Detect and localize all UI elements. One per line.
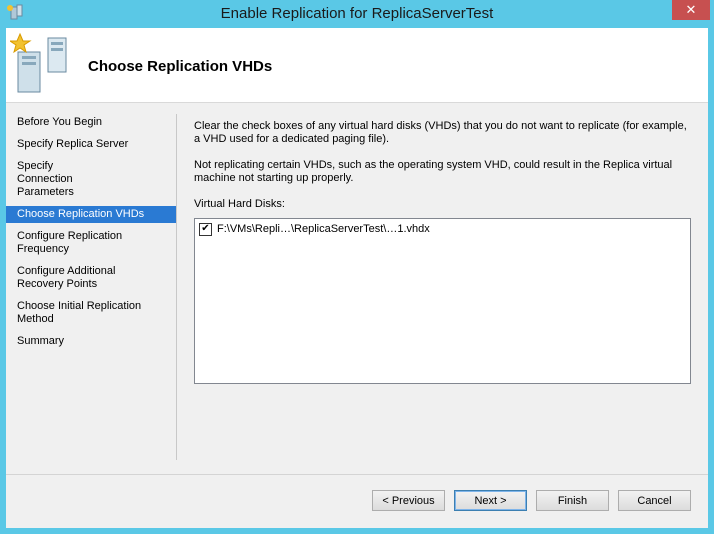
footer-divider [6, 474, 708, 475]
vhd-list-label: Virtual Hard Disks: [194, 198, 285, 210]
wizard-content: Clear the check boxes of any virtual har… [194, 120, 694, 384]
nav-step-before-you-begin[interactable]: Before You Begin [6, 114, 176, 131]
close-button[interactable]: ✕ [672, 0, 710, 20]
vhd-checkbox[interactable]: ✔ [199, 222, 212, 236]
page-title: Choose Replication VHDs [88, 58, 273, 75]
previous-button[interactable]: < Previous [372, 490, 445, 511]
nav-divider [176, 114, 177, 460]
finish-button[interactable]: Finish [536, 490, 609, 511]
nav-step-specify-replica-server[interactable]: Specify Replica Server [6, 136, 176, 153]
nav-step-choose-initial-replication-method[interactable]: Choose Initial Replication Method [6, 298, 153, 328]
intro-text: Clear the check boxes of any virtual har… [194, 120, 687, 145]
vhd-list[interactable]: ✔ F:\VMs\Repli…\ReplicaServerTest\…1.vhd… [194, 218, 691, 384]
vhd-list-item[interactable]: ✔ F:\VMs\Repli…\ReplicaServerTest\…1.vhd… [199, 222, 430, 236]
next-button[interactable]: Next > [454, 490, 527, 511]
nav-step-specify-connection-parameters[interactable]: Specify Connection Parameters [6, 158, 113, 201]
cancel-button[interactable]: Cancel [618, 490, 691, 511]
wizard-client-area: Choose Replication VHDs Before You Begin… [6, 28, 708, 528]
nav-step-summary[interactable]: Summary [6, 333, 176, 350]
title-bar: Enable Replication for ReplicaServerTest… [0, 0, 714, 28]
replication-servers-icon [10, 32, 67, 93]
vhd-path: F:\VMs\Repli…\ReplicaServerTest\…1.vhdx [217, 223, 430, 235]
window-title: Enable Replication for ReplicaServerTest [220, 5, 494, 22]
nav-step-choose-replication-vhds[interactable]: Choose Replication VHDs [6, 206, 176, 223]
wizard-step-list: Before You Begin Specify Replica Server … [6, 114, 176, 355]
nav-step-configure-additional-recovery-points[interactable]: Configure Additional Recovery Points [6, 263, 133, 293]
wizard-header: Choose Replication VHDs [6, 28, 708, 103]
nav-step-configure-replication-frequency[interactable]: Configure Replication Frequency [6, 228, 133, 258]
warning-text: Not replicating certain VHDs, such as th… [194, 159, 673, 184]
